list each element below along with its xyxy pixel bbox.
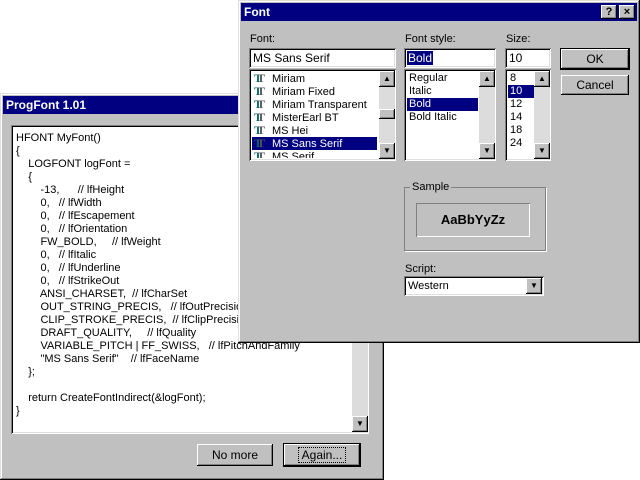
font-style-list-items: Regular Italic Bold Bold Italic — [407, 72, 478, 158]
list-item[interactable]: Regular — [407, 72, 478, 85]
list-item[interactable]: 14 — [508, 111, 534, 124]
list-item[interactable]: TT Miriam Transparent — [252, 98, 377, 112]
list-item-label: Miriam Transparent — [272, 99, 367, 111]
size-input[interactable]: 10 — [505, 48, 551, 68]
sample-preview: AaBbYyZz — [416, 203, 530, 237]
list-item[interactable]: Bold — [407, 98, 478, 111]
list-item-label: MS Sans Serif — [272, 138, 343, 150]
list-item-label: 10 — [510, 85, 523, 97]
font-list-scrollbar[interactable]: ▲ ▼ — [379, 71, 395, 159]
list-item-label: Italic — [409, 85, 432, 97]
list-item[interactable]: 10 — [508, 85, 534, 98]
script-select[interactable]: Western ▼ — [404, 276, 544, 296]
code-line: "MS Sans Serif" // lfFaceName — [16, 353, 200, 365]
list-item[interactable]: TT Miriam — [252, 72, 377, 85]
scroll-thumb[interactable] — [379, 109, 395, 119]
code-line: return CreateFontIndirect(&logFont); — [16, 392, 206, 404]
list-item-label: 8 — [510, 72, 517, 84]
font-dialog: Font ? × Font: MS Sans Serif TT Miriam TT M… — [238, 0, 640, 343]
no-more-button[interactable]: No more — [197, 444, 273, 466]
close-icon[interactable]: × — [619, 5, 635, 19]
list-item-label: 24 — [510, 137, 523, 149]
list-item[interactable]: Bold Italic — [407, 111, 478, 124]
scroll-down-icon[interactable]: ▼ — [479, 143, 495, 159]
help-icon[interactable]: ? — [601, 5, 617, 19]
scroll-up-icon[interactable]: ▲ — [534, 71, 550, 87]
scroll-up-icon[interactable]: ▲ — [379, 71, 395, 87]
list-item[interactable]: TT MisterEarl BT — [252, 111, 377, 125]
list-item[interactable]: TT MS Hei — [252, 124, 377, 138]
size-label: Size: — [506, 33, 531, 45]
scroll-down-icon[interactable]: ▼ — [534, 143, 550, 159]
list-item-label: MisterEarl BT — [272, 112, 339, 124]
list-item-label: MS Hei — [272, 125, 309, 137]
font-style-label: Font style: — [405, 33, 456, 45]
cancel-button[interactable]: Cancel — [561, 75, 629, 95]
list-item[interactable]: TT MS Sans Serif — [252, 137, 377, 150]
size-list-items: 8 10 12 14 18 24 — [508, 72, 534, 158]
font-style-input[interactable]: Bold — [404, 48, 496, 68]
list-item-label: 14 — [510, 111, 523, 123]
code-line: } — [16, 405, 20, 417]
list-item-label: 18 — [510, 124, 523, 136]
list-item[interactable]: TT MS Serif — [252, 149, 377, 159]
list-item-label: Regular — [409, 72, 448, 84]
list-item[interactable]: 12 — [508, 98, 534, 111]
scroll-down-icon[interactable]: ▼ — [352, 416, 368, 432]
script-label: Script: — [405, 263, 437, 275]
progfont-title: ProgFont 1.01 — [6, 98, 87, 112]
scroll-down-icon[interactable]: ▼ — [379, 143, 395, 159]
font-style-scrollbar[interactable]: ▲ ▼ — [479, 71, 495, 159]
list-item[interactable]: 18 — [508, 124, 534, 137]
list-item[interactable]: 24 — [508, 137, 534, 150]
ok-button[interactable]: OK — [560, 48, 630, 70]
list-item-label: 12 — [510, 98, 523, 110]
truetype-icon: TT — [254, 149, 265, 159]
font-list-items: TT Miriam TT Miriam Fixed TT Miriam Transpare… — [252, 72, 377, 158]
list-item[interactable]: Italic — [407, 85, 478, 98]
font-label: Font: — [250, 33, 276, 45]
size-list-scrollbar[interactable]: ▲ ▼ — [534, 71, 550, 159]
again-button[interactable]: Again... — [283, 443, 361, 467]
list-item[interactable]: 8 — [508, 72, 534, 85]
font-dialog-title: Font — [244, 5, 270, 19]
list-item-label: Miriam — [272, 73, 305, 85]
list-item[interactable]: TT Miriam Fixed — [252, 85, 377, 99]
code-line: }; — [16, 366, 35, 378]
font-name-input[interactable]: MS Sans Serif — [249, 48, 396, 68]
list-item-label: Bold — [409, 98, 432, 110]
scroll-up-icon[interactable]: ▲ — [479, 71, 495, 87]
list-item-label: Miriam Fixed — [272, 86, 335, 98]
chevron-down-icon[interactable]: ▼ — [526, 278, 542, 294]
font-dialog-title-bar[interactable]: Font ? × — [241, 3, 637, 21]
sample-label: Sample — [410, 181, 452, 193]
list-item-label: MS Serif — [272, 151, 315, 158]
list-item-label: Bold Italic — [409, 111, 457, 123]
